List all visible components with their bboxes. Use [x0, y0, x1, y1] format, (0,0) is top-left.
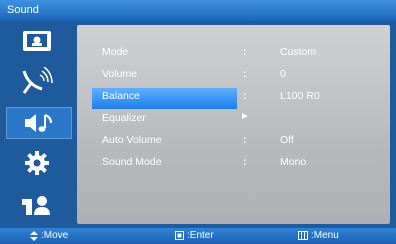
sidebar-item-setup[interactable]	[10, 147, 64, 179]
menu-row-label: Balance	[102, 90, 140, 102]
input-icon	[22, 196, 50, 215]
menu-row-separator: :	[243, 68, 247, 80]
title-bar: Sound	[0, 0, 396, 21]
menu-row-separator: :	[243, 134, 247, 146]
window-title: Sound	[7, 4, 39, 16]
category-sidebar	[4, 25, 72, 225]
up-down-arrows-icon	[30, 230, 38, 241]
submenu-arrow-icon: ►	[240, 111, 250, 122]
menu-row-label: Volume	[102, 68, 138, 80]
menu-row-value: Off	[280, 134, 294, 146]
menu-row-separator: :	[243, 46, 247, 58]
menu-row-label: Auto Volume	[102, 134, 162, 146]
osd-window: Sound Mode: Custom Volume: 0 Balance:…	[0, 0, 396, 244]
sidebar-item-sound[interactable]	[6, 107, 72, 139]
menu-row-separator: :	[243, 156, 247, 168]
menu-row-value: Mono	[280, 156, 307, 168]
hint-move-label: :Move	[41, 230, 69, 241]
menu-row-balance[interactable]: Balance : L100 R0	[90, 86, 380, 107]
hint-menu-label: :Menu	[311, 230, 339, 241]
menu-row-label: Sound Mode	[102, 156, 162, 168]
menu-row-volume[interactable]: Volume : 0	[90, 64, 380, 85]
sidebar-item-picture[interactable]	[10, 25, 64, 57]
menu-row-value: L100 R0	[280, 90, 320, 102]
menu-row-value: 0	[280, 68, 286, 80]
hint-enter-label: :Enter	[187, 230, 214, 241]
menu-row-label: Mode	[102, 46, 129, 58]
sidebar-item-input[interactable]	[10, 189, 64, 221]
menu-row-auto-volume[interactable]: Auto Volume : Off	[90, 130, 380, 151]
menu-row-mode[interactable]: Mode : Custom	[90, 42, 380, 63]
menu-row-separator: :	[243, 90, 247, 102]
sidebar-item-channel[interactable]	[10, 65, 64, 97]
menu-row-sound-mode[interactable]: Sound Mode : Mono	[90, 152, 380, 173]
key-hint-bar: :Move :Enter :Menu	[0, 228, 396, 244]
hint-menu: :Menu	[298, 230, 339, 241]
picture-icon	[23, 31, 51, 51]
enter-button-icon	[175, 231, 184, 240]
menu-row-value: Custom	[280, 46, 317, 58]
hint-move: :Move	[30, 230, 68, 241]
sound-menu-panel: Mode : Custom Volume : 0 Balance : L100 …	[77, 25, 390, 224]
menu-row-label: Equalizer	[102, 112, 146, 124]
menu-button-icon	[298, 231, 308, 240]
setup-gear-icon	[25, 151, 49, 175]
hint-enter: :Enter	[175, 230, 214, 241]
menu-row-equalizer[interactable]: Equalizer ►	[90, 108, 380, 129]
sound-icon	[25, 114, 52, 132]
channel-antenna-icon	[22, 67, 53, 94]
